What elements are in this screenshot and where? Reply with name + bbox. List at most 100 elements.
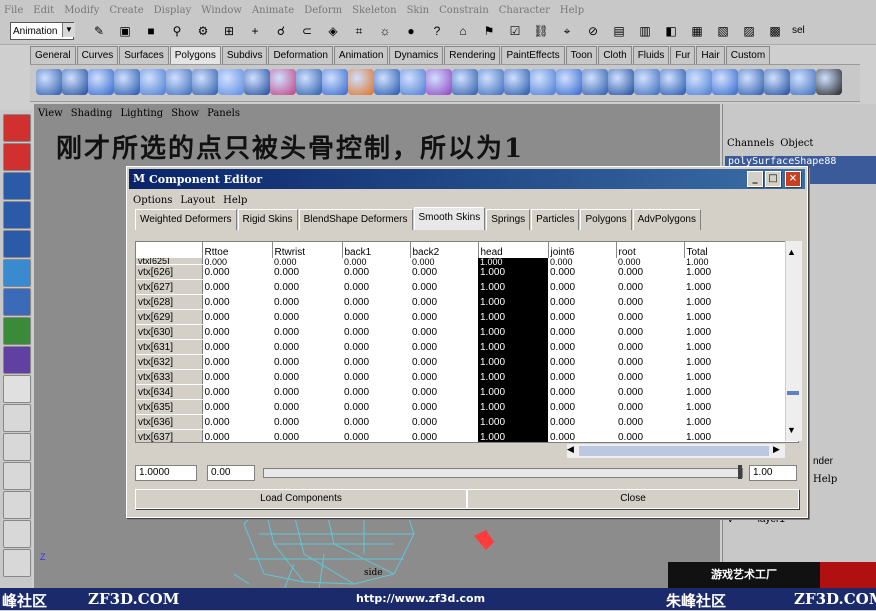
weight-cell[interactable]: 1.000 (478, 264, 548, 280)
weight-cell[interactable]: 1.000 (478, 354, 548, 370)
weight-cell[interactable]: 0.000 (342, 430, 410, 443)
tab-polygons[interactable]: Polygons (169, 46, 221, 64)
weight-cell[interactable]: 1.000 (684, 385, 752, 400)
weight-cell[interactable]: 0.000 (342, 310, 410, 325)
toolbar-tool-icon[interactable]: ▦ (688, 22, 706, 40)
shelf-tool-icon[interactable] (140, 69, 166, 95)
toolbar-tool-icon[interactable]: ✎ (90, 22, 108, 40)
toolbar-tool-icon[interactable]: ● (402, 22, 420, 40)
table-row[interactable]: vtx[628] 0.000 0.000 0.000 0.000 1.000 0.000 0.… (136, 294, 752, 310)
weight-cell[interactable]: 0.000 (202, 370, 272, 385)
tab-custom[interactable]: Custom (725, 46, 771, 64)
weight-cell[interactable]: 0.000 (410, 280, 478, 295)
dialog-menu-layout[interactable]: Layout (180, 195, 215, 206)
menu-character[interactable]: Character (499, 5, 550, 16)
weight-value-field[interactable]: 1.0000 (135, 465, 197, 481)
weight-cell[interactable]: 0.000 (272, 430, 342, 443)
tab-weighted-deformers[interactable]: Weighted Deformers (135, 209, 237, 230)
weight-cell[interactable]: 0.000 (616, 370, 684, 385)
weight-cell[interactable]: 0.000 (342, 355, 410, 370)
weights-table[interactable]: Rttoe Rtwrist back1 back2 head joint6 root Tota… (135, 241, 799, 443)
weight-cell[interactable]: 0.000 (202, 265, 272, 280)
toolbox-tool-icon[interactable] (3, 114, 31, 142)
weight-cell[interactable]: 0.000 (342, 265, 410, 280)
shelf-tool-icon[interactable] (88, 69, 114, 95)
weight-cell[interactable]: 0.000 (202, 325, 272, 340)
weight-cell[interactable]: 1.000 (684, 325, 752, 340)
weight-cell[interactable]: 0.000 (202, 415, 272, 430)
vertical-scrollbar[interactable]: ▲ ▼ (785, 241, 802, 441)
tab-springs[interactable]: Springs (486, 209, 531, 230)
weight-cell[interactable]: 0.000 (548, 340, 616, 355)
maximize-button[interactable]: □ (765, 171, 781, 187)
table-row[interactable]: vtx[635] 0.000 0.000 0.000 0.000 1.000 0.000 0.… (136, 399, 752, 415)
weight-slider[interactable] (263, 465, 743, 479)
toolbar-tool-icon[interactable]: ⌖ (558, 22, 576, 40)
weight-cell[interactable]: 0.000 (548, 265, 616, 280)
toolbar-tool-icon[interactable]: + (246, 22, 264, 40)
menu-modify[interactable]: Modify (64, 5, 99, 16)
menu-deform[interactable]: Deform (304, 5, 342, 16)
row-label[interactable]: vtx[636] (136, 414, 203, 430)
close-button[interactable]: Close (467, 489, 799, 509)
weight-cell[interactable]: 0.000 (202, 355, 272, 370)
toolbox-tool-icon[interactable] (3, 520, 31, 548)
tab-rendering[interactable]: Rendering (444, 46, 501, 64)
row-label[interactable]: vtx[628] (136, 294, 203, 310)
weight-cell[interactable]: 0.000 (548, 310, 616, 325)
toolbar-tool-icon[interactable]: ⊘ (584, 22, 602, 40)
weight-cell[interactable]: 0.000 (616, 355, 684, 370)
menu-constrain[interactable]: Constrain (439, 5, 489, 16)
weight-cell[interactable]: 0.000 (410, 370, 478, 385)
toolbar-tool-icon[interactable]: ☑ (506, 22, 524, 40)
toolbar-tool-icon[interactable]: ⊂ (298, 22, 316, 40)
row-label[interactable]: vtx[635] (136, 399, 203, 415)
weight-cell[interactable]: 0.000 (616, 430, 684, 443)
shelf-tool-icon[interactable] (556, 69, 582, 95)
weight-cell[interactable]: 0.000 (410, 295, 478, 310)
weight-cell[interactable]: 1.000 (684, 370, 752, 385)
table-row[interactable]: vtx[633] 0.000 0.000 0.000 0.000 1.000 0.000 0.… (136, 369, 752, 385)
scroll-thumb[interactable] (787, 391, 799, 395)
weight-cell[interactable]: 1.000 (478, 339, 548, 355)
toolbar-tool-icon[interactable]: ☼ (376, 22, 394, 40)
close-icon[interactable]: × (785, 171, 801, 187)
toolbar-tool-icon[interactable]: ▤ (610, 22, 628, 40)
menu-skeleton[interactable]: Skeleton (352, 5, 396, 16)
shelf-tool-icon[interactable] (166, 69, 192, 95)
weight-cell[interactable]: 0.000 (342, 280, 410, 295)
shelf-tool-icon[interactable] (712, 69, 738, 95)
tab-fluids[interactable]: Fluids (632, 46, 670, 64)
toolbox-tool-icon[interactable] (3, 143, 31, 171)
menu-display[interactable]: Display (154, 5, 192, 16)
horizontal-scrollbar[interactable]: ◀ ▶ (567, 444, 785, 458)
weight-cell[interactable]: 0.000 (548, 415, 616, 430)
tab-particles[interactable]: Particles (531, 209, 580, 230)
tab-deformation[interactable]: Deformation (268, 46, 333, 64)
toolbar-tool-icon[interactable]: ■ (142, 22, 160, 40)
table-row[interactable]: vtx[637] 0.000 0.000 0.000 0.000 1.000 0.000 0.… (136, 429, 752, 443)
viewport-menu-shading[interactable]: Shading (71, 108, 113, 122)
weight-cell[interactable]: 0.000 (616, 400, 684, 415)
toolbar-tool-icon[interactable]: ⊞ (220, 22, 238, 40)
weight-cell[interactable]: 0.000 (272, 340, 342, 355)
weight-cell[interactable]: 0.000 (616, 340, 684, 355)
menu-file[interactable]: File (4, 5, 23, 16)
table-row[interactable]: vtx[632] 0.000 0.000 0.000 0.000 1.000 0.000 0.… (136, 354, 752, 370)
weight-cell[interactable]: 0.000 (272, 295, 342, 310)
toolbar-tool-icon[interactable]: ▥ (636, 22, 654, 40)
viewport-menu-lighting[interactable]: Lighting (120, 108, 163, 122)
weight-cell[interactable]: 0.000 (342, 400, 410, 415)
slider-max-field[interactable]: 1.00 (749, 465, 797, 481)
weight-cell[interactable]: 0.000 (616, 325, 684, 340)
weight-cell[interactable]: 0.000 (616, 265, 684, 280)
shelf-tool-icon[interactable] (296, 69, 322, 95)
chevron-down-icon[interactable]: ▼ (787, 425, 796, 435)
weight-cell[interactable]: 1.000 (478, 429, 548, 442)
slider-handle[interactable] (738, 465, 742, 479)
hscroll-thumb[interactable] (579, 446, 769, 456)
weight-cell[interactable]: 0.000 (272, 400, 342, 415)
column-header-root[interactable]: root (615, 242, 684, 258)
weight-cell[interactable]: 0.000 (616, 415, 684, 430)
layer-help-menu[interactable]: Help (813, 474, 837, 485)
